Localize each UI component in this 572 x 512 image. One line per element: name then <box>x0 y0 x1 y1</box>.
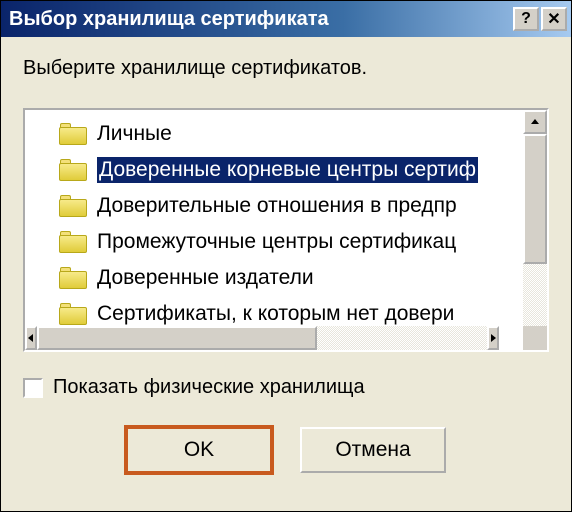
scroll-right-button[interactable] <box>487 326 499 350</box>
vscroll-thumb[interactable] <box>523 134 547 264</box>
hscroll-thumb[interactable] <box>37 326 317 350</box>
tree-item-label: Доверительные отношения в предпр <box>97 194 457 218</box>
scrollbar-corner <box>523 326 547 350</box>
titlebar-buttons: ? ✕ <box>513 7 567 31</box>
tree-list: Личные Доверенные корневые центры сертиф Д… <box>25 110 523 332</box>
instruction-text: Выберите хранилище сертификатов. <box>23 57 549 80</box>
folder-icon <box>59 231 87 253</box>
ok-button[interactable]: OK <box>126 427 272 473</box>
tree-view[interactable]: Личные Доверенные корневые центры сертиф Д… <box>23 108 549 352</box>
scroll-left-button[interactable] <box>25 326 37 350</box>
button-row: OK Отмена <box>23 427 549 473</box>
show-physical-checkbox-row[interactable]: Показать физические хранилища <box>23 376 549 399</box>
vertical-scrollbar[interactable] <box>523 110 547 350</box>
show-physical-label: Показать физические хранилища <box>53 376 365 399</box>
tree-item[interactable]: Доверенные корневые центры сертиф <box>25 152 523 188</box>
hscroll-track[interactable] <box>37 326 487 350</box>
close-button[interactable]: ✕ <box>541 7 567 31</box>
tree-item[interactable]: Доверенные издатели <box>25 260 523 296</box>
window-title: Выбор хранилища сертификата <box>9 8 513 31</box>
dialog-content: Выберите хранилище сертификатов. Личные Д… <box>1 37 571 511</box>
scroll-up-button[interactable] <box>523 110 547 134</box>
titlebar[interactable]: Выбор хранилища сертификата ? ✕ <box>1 1 571 37</box>
vscroll-track[interactable] <box>523 134 547 326</box>
cancel-button[interactable]: Отмена <box>300 427 446 473</box>
tree-item[interactable]: Промежуточные центры сертификац <box>25 224 523 260</box>
folder-icon <box>59 303 87 325</box>
folder-icon <box>59 159 87 181</box>
tree-item-label: Сертификаты, к которым нет довери <box>97 302 454 326</box>
dialog-window: Выбор хранилища сертификата ? ✕ Выберите… <box>0 0 572 512</box>
folder-icon <box>59 123 87 145</box>
help-button[interactable]: ? <box>513 7 539 31</box>
tree-item-label: Доверенные корневые центры сертиф <box>97 157 478 183</box>
tree-item-label: Доверенные издатели <box>97 266 314 290</box>
folder-icon <box>59 195 87 217</box>
tree-item[interactable]: Доверительные отношения в предпр <box>25 188 523 224</box>
show-physical-checkbox[interactable] <box>23 378 43 398</box>
folder-icon <box>59 267 87 289</box>
horizontal-scrollbar[interactable] <box>25 326 499 350</box>
tree-item[interactable]: Личные <box>25 116 523 152</box>
tree-item-label: Личные <box>97 122 172 146</box>
tree-item-label: Промежуточные центры сертификац <box>97 230 456 254</box>
tree-body: Личные Доверенные корневые центры сертиф Д… <box>25 110 523 350</box>
